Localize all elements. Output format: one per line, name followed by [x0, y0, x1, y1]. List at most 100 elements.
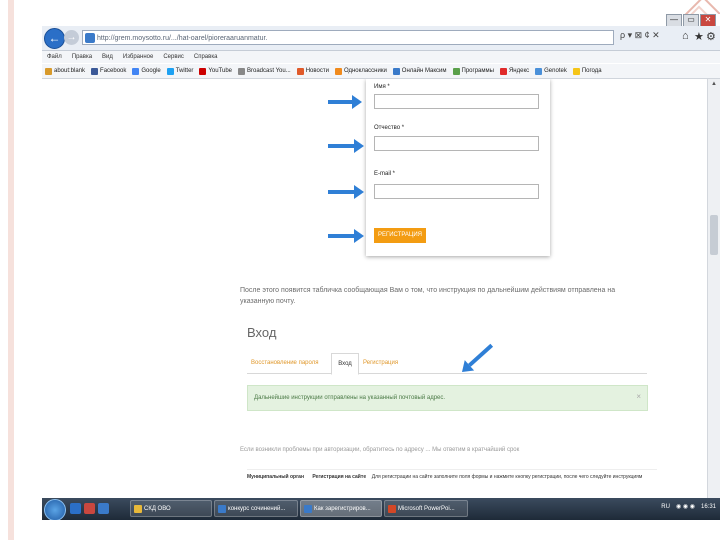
system-tray: RU ◉ ◉ ◉ 16:31: [661, 503, 716, 511]
taskbar-item[interactable]: конкурс сочинений...: [214, 500, 298, 517]
menu-bar: Файл Правка Вид Избранное Сервис Справка: [42, 51, 720, 63]
favorite-icon: [392, 67, 400, 75]
url-field[interactable]: http://grem.moysotto.ru/.../hat-oarel/pi…: [82, 30, 614, 45]
menu-edit[interactable]: Правка: [72, 51, 92, 63]
taskbar-item-label: Как зарегистриров...: [314, 506, 371, 512]
slide-left-border: [0, 0, 42, 540]
favorite-link[interactable]: YouTube: [199, 67, 232, 75]
back-button[interactable]: ←: [44, 28, 65, 49]
favorite-icon: [199, 67, 207, 75]
favorite-link[interactable]: Одноклассники: [334, 67, 387, 75]
home-icon[interactable]: ⌂: [682, 30, 689, 42]
footer-col1: Муниципальный орган: [247, 474, 304, 480]
favorite-label: Онлайн Максим: [401, 68, 447, 74]
favorite-link[interactable]: Broadcast You...: [238, 67, 291, 75]
login-tabs: Восстановление пароля Вход Регистрация: [247, 353, 647, 375]
name-input[interactable]: [374, 94, 539, 109]
favorite-link[interactable]: about:blank: [45, 67, 86, 75]
registration-form: Имя * Отчество * E-mail * РЕГИСТРАЦИЯ: [366, 79, 550, 256]
favorite-icon: [334, 67, 342, 75]
register-button[interactable]: РЕГИСТРАЦИЯ: [374, 228, 426, 243]
address-tools[interactable]: ρ ▾ ⊠ ¢ ✕: [620, 30, 660, 41]
favorite-link[interactable]: Онлайн Максим: [392, 67, 447, 75]
favorite-link[interactable]: Новости: [296, 67, 329, 75]
close-icon[interactable]: ×: [636, 392, 641, 401]
favorite-link[interactable]: Facebook: [91, 67, 127, 75]
forward-button[interactable]: →: [64, 30, 79, 45]
quicklaunch-browser-icon[interactable]: [98, 503, 109, 514]
window-controls: — ▭ ✕: [666, 14, 716, 27]
pointer-arrow-icon: [328, 229, 364, 243]
favorite-label: Одноклассники: [343, 68, 387, 74]
email-input[interactable]: [374, 184, 539, 199]
taskbar: СКД ОВО конкурс сочинений... Как зарегистр…: [42, 498, 720, 520]
favorite-icon: [45, 67, 52, 75]
clock[interactable]: 16:31: [701, 504, 716, 510]
alert-text: Дальнейшие инструкции отправлены на указ…: [254, 395, 446, 401]
favorite-icon: [296, 67, 304, 75]
favorite-label: Новости: [305, 68, 329, 74]
patronymic-input[interactable]: [374, 136, 539, 151]
vertical-scrollbar[interactable]: ▲: [707, 79, 720, 498]
pointer-arrow-icon: [328, 95, 362, 109]
tab-registration[interactable]: Регистрация: [363, 353, 413, 373]
gear-icon[interactable]: ⚙: [706, 30, 716, 43]
quicklaunch-media-icon[interactable]: [84, 503, 95, 514]
app-icon: [218, 505, 226, 513]
menu-help[interactable]: Справка: [194, 51, 218, 63]
favorite-link[interactable]: Twitter: [166, 67, 194, 75]
favorite-label: Broadcast You...: [247, 68, 291, 74]
taskbar-item-label: Microsoft PowerPoi...: [398, 506, 455, 512]
start-button[interactable]: [44, 499, 66, 520]
quicklaunch-ie-icon[interactable]: [70, 503, 81, 514]
address-bar: ← → http://grem.moysotto.ru/.../hat-oare…: [42, 26, 720, 51]
favorite-label: Genotek: [544, 68, 567, 74]
taskbar-item[interactable]: Как зарегистриров...: [300, 500, 382, 517]
menu-view[interactable]: Вид: [102, 51, 113, 63]
taskbar-item[interactable]: Microsoft PowerPoi...: [384, 500, 468, 517]
page-content: Имя * Отчество * E-mail * РЕГИСТРАЦИЯ По…: [42, 79, 708, 498]
taskbar-item-label: СКД ОВО: [144, 506, 171, 512]
favorite-link[interactable]: Genotek: [535, 67, 567, 75]
url-text: http://grem.moysotto.ru/.../hat-oarel/pi…: [97, 35, 268, 42]
menu-file[interactable]: Файл: [47, 51, 62, 63]
taskbar-item[interactable]: СКД ОВО: [130, 500, 212, 517]
scroll-up-icon[interactable]: ▲: [708, 79, 720, 89]
favorite-icon: [91, 67, 99, 75]
taskbar-item-label: конкурс сочинений...: [228, 506, 286, 512]
star-icon[interactable]: ★: [694, 30, 704, 43]
login-title: Вход: [247, 325, 277, 340]
favorite-label: Яндекс: [508, 68, 530, 74]
app-icon: [134, 505, 142, 513]
favorite-label: about:blank: [54, 68, 86, 74]
tab-password-recovery[interactable]: Восстановление пароля: [251, 353, 331, 373]
menu-favorites[interactable]: Избранное: [123, 51, 153, 63]
site-favicon-icon: [85, 33, 95, 43]
favorite-label: Google: [141, 68, 161, 74]
favorite-label: Twitter: [175, 68, 194, 74]
success-alert: Дальнейшие инструкции отправлены на указ…: [247, 385, 648, 411]
app-icon: [388, 505, 396, 513]
info-text: После этого появится табличка сообщающая…: [240, 287, 616, 305]
tab-login[interactable]: Вход: [331, 353, 359, 375]
footer-hint: Если возникли проблемы при авторизации, …: [240, 447, 520, 453]
footer-row: Муниципальный орган Регистрация на сайте…: [247, 469, 657, 484]
pointer-arrow-icon: [328, 139, 364, 153]
favorite-link[interactable]: Программы: [452, 67, 494, 75]
favorite-label: Погода: [581, 68, 602, 74]
favorite-link[interactable]: Google: [132, 67, 161, 75]
scroll-thumb[interactable]: [710, 215, 718, 255]
favorite-label: YouTube: [208, 68, 232, 74]
patronymic-label: Отчество *: [374, 125, 405, 131]
favorite-label: Программы: [461, 68, 494, 74]
favorites-bar: about:blank Facebook Google Twitter YouTube B…: [42, 64, 720, 79]
favorite-link[interactable]: Погода: [572, 67, 602, 75]
favorite-link[interactable]: Яндекс: [499, 67, 530, 75]
favorite-label: Facebook: [100, 68, 127, 74]
favorite-icon: [132, 67, 140, 75]
name-label: Имя *: [374, 84, 390, 90]
language-indicator[interactable]: RU: [661, 504, 670, 510]
menu-tools[interactable]: Сервис: [163, 51, 184, 63]
email-label: E-mail *: [374, 171, 396, 177]
favorite-icon: [499, 67, 507, 75]
